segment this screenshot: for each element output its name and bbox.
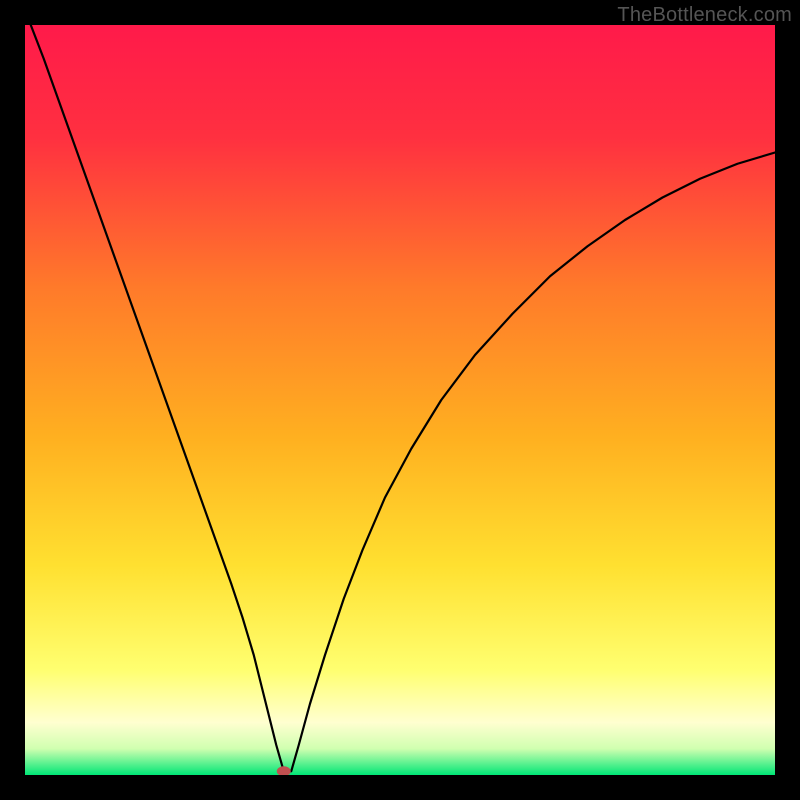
watermark-text: TheBottleneck.com — [617, 4, 792, 27]
chart-svg — [25, 25, 775, 775]
plot-area — [25, 25, 775, 775]
chart-container: TheBottleneck.com — [0, 0, 800, 800]
gradient-background — [25, 25, 775, 775]
